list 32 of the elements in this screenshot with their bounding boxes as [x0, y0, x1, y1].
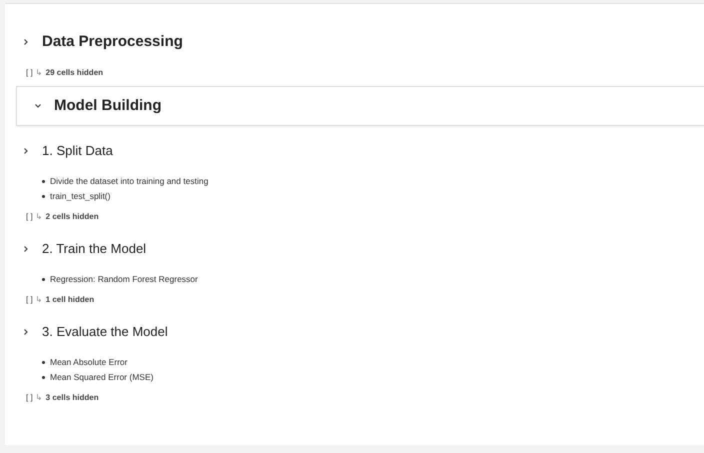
section-title: 2. Train the Model — [42, 240, 146, 258]
chevron-down-icon[interactable] — [34, 102, 42, 110]
section-title: 1. Split Data — [42, 142, 113, 160]
section-heading-row[interactable]: 1. Split Data — [5, 136, 704, 166]
hidden-cells-label[interactable]: 29 cells hidden — [46, 67, 104, 79]
bullet-text: Regression: Random Forest Regressor — [50, 273, 198, 286]
chevron-right-icon[interactable] — [22, 38, 30, 46]
section-title: Model Building — [54, 96, 162, 116]
bullet-text: Mean Absolute Error — [50, 356, 128, 369]
section-title: 3. Evaluate the Model — [42, 323, 168, 342]
chevron-right-icon[interactable] — [22, 147, 30, 155]
chevron-right-icon[interactable] — [22, 245, 30, 253]
section-heading-row[interactable]: 3. Evaluate the Model — [5, 317, 704, 347]
section-heading-row[interactable]: Data Preprocessing — [5, 22, 704, 62]
hidden-cells-label[interactable]: 3 cells hidden — [46, 392, 99, 404]
bullet-text: Divide the dataset into training and testing — [50, 175, 208, 188]
section-title: Data Preprocessing — [42, 32, 183, 52]
hidden-arrow: ↳ — [36, 294, 43, 306]
cell-bracket[interactable]: [ ] — [26, 67, 33, 79]
cell-bracket[interactable]: [ ] — [26, 392, 33, 404]
hidden-arrow: ↳ — [36, 67, 43, 79]
cell-bracket[interactable]: [ ] — [26, 211, 33, 223]
hidden-cells-label[interactable]: 1 cell hidden — [46, 294, 94, 306]
cell-bracket[interactable]: [ ] — [26, 294, 33, 306]
bullet-text: train_test_split() — [50, 190, 110, 203]
hidden-cells-label[interactable]: 2 cells hidden — [46, 211, 99, 223]
hidden-arrow: ↳ — [36, 211, 43, 223]
chevron-right-icon[interactable] — [22, 328, 30, 336]
section-heading-row[interactable]: Model Building — [16, 86, 704, 126]
section-heading-row[interactable]: 2. Train the Model — [5, 234, 704, 264]
bullet-text: Mean Squared Error (MSE) — [50, 371, 154, 384]
hidden-arrow: ↳ — [36, 392, 43, 404]
